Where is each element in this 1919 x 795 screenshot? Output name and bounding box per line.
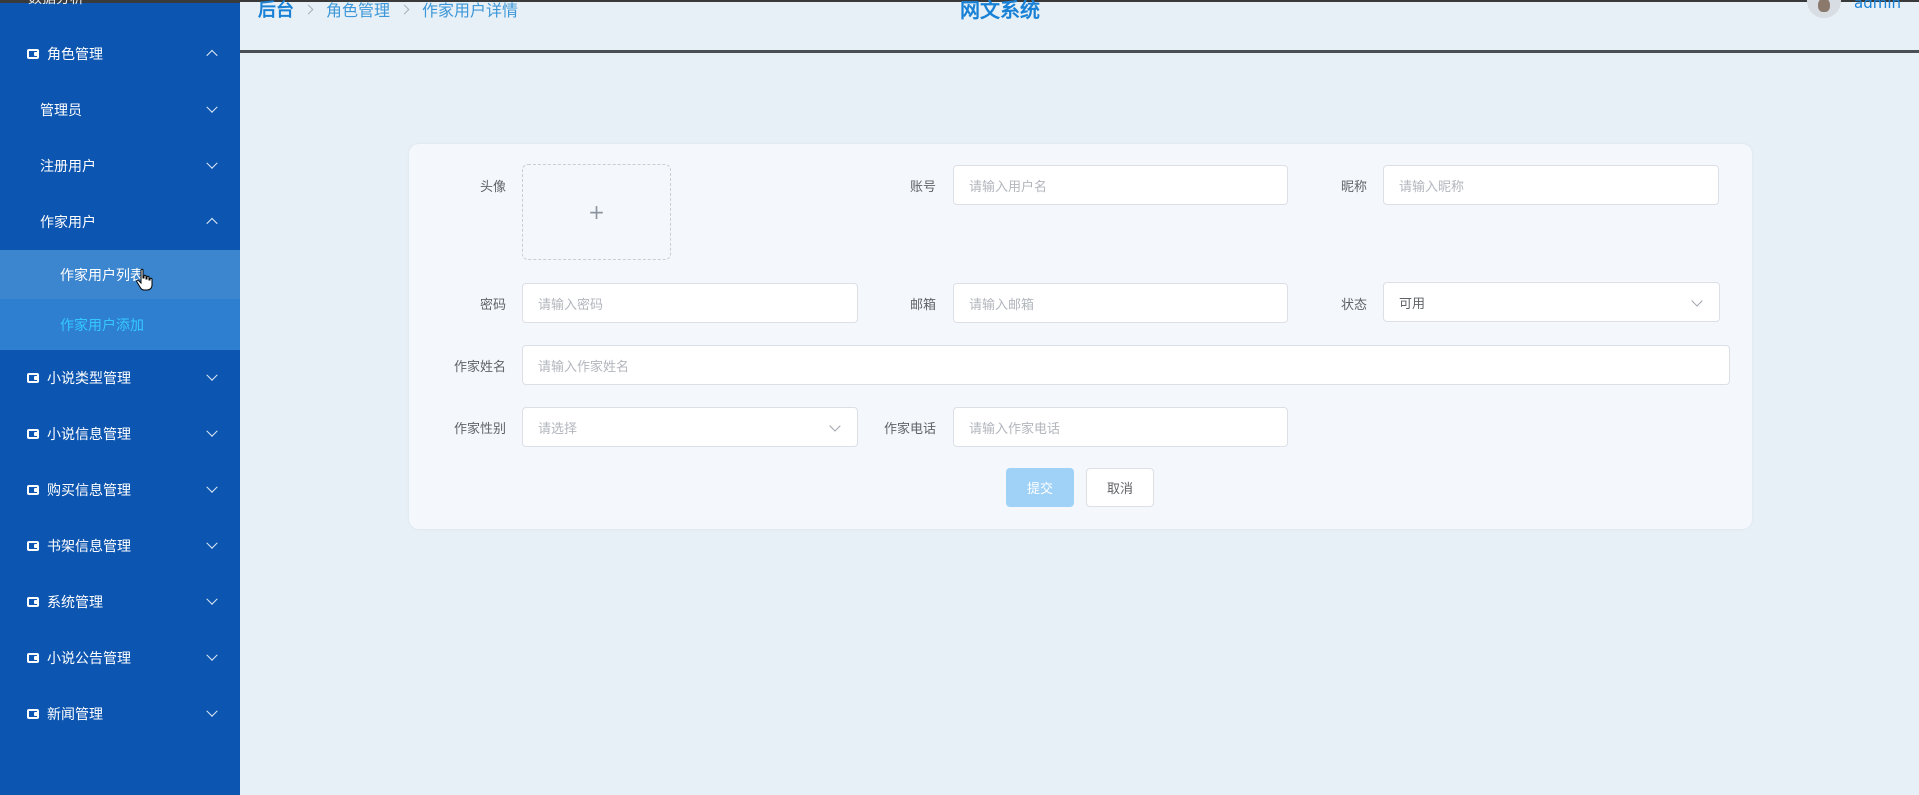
- submit-button[interactable]: 提交: [1006, 468, 1074, 507]
- account-input[interactable]: 请输入用户名: [953, 165, 1288, 205]
- sidebar-item-role-management[interactable]: 角色管理: [0, 26, 240, 82]
- sidebar-item-label: 小说公告管理: [47, 651, 131, 667]
- breadcrumb-item-home[interactable]: 后台: [258, 0, 294, 22]
- chevron-down-icon: [206, 593, 218, 605]
- top-header: 后台 角色管理 作家用户详情 网文系统 admin: [240, 0, 1919, 53]
- writer-gender-label: 作家性别: [453, 422, 506, 437]
- sidebar-item-label: 书架信息管理: [47, 539, 131, 555]
- sidebar-item-news[interactable]: 新闻管理: [0, 686, 240, 742]
- menu-icon: [27, 485, 39, 495]
- sidebar-item-novel-info[interactable]: 小说信息管理: [0, 406, 240, 462]
- sidebar-item-bookshelf-info[interactable]: 书架信息管理: [0, 518, 240, 574]
- status-select-value: 可用: [1399, 296, 1426, 312]
- chevron-down-icon: [206, 157, 218, 169]
- sidebar-item-label: 新闻管理: [47, 707, 103, 723]
- sidebar-item-registered-users[interactable]: 注册用户: [0, 138, 240, 194]
- avatar-uploader[interactable]: +: [522, 164, 671, 260]
- hand-cursor-icon: [136, 268, 153, 291]
- sidebar-item-label: 角色管理: [47, 47, 103, 63]
- sidebar-item-label: 作家用户: [40, 215, 96, 231]
- username[interactable]: admin: [1854, 0, 1901, 12]
- sidebar-item-partial[interactable]: 数据分析: [28, 0, 84, 8]
- sidebar-item-label: 小说信息管理: [47, 427, 131, 443]
- breadcrumb-item-current: 作家用户详情: [422, 1, 519, 20]
- nickname-input[interactable]: 请输入昵称: [1383, 165, 1719, 205]
- writer-gender-select[interactable]: 请选择: [522, 407, 858, 447]
- password-input[interactable]: 请输入密码: [522, 283, 858, 323]
- sidebar-item-novel-types[interactable]: 小说类型管理: [0, 350, 240, 406]
- cancel-button[interactable]: 取消: [1086, 468, 1154, 507]
- breadcrumb-separator-icon: [399, 4, 410, 14]
- writer-phone-input[interactable]: 请输入作家电话: [953, 407, 1288, 447]
- plus-icon: +: [588, 200, 605, 224]
- breadcrumb-separator-icon: [303, 4, 314, 14]
- site-title: 网文系统: [960, 0, 1040, 22]
- sidebar-item-label: 作家用户列表: [60, 267, 144, 284]
- writer-name-label: 作家姓名: [453, 360, 506, 375]
- chevron-up-icon: [206, 217, 218, 230]
- sidebar-item-label: 购买信息管理: [47, 483, 131, 499]
- chevron-down-icon: [206, 649, 218, 661]
- chevron-down-icon: [206, 425, 218, 437]
- chevron-down-icon: [1691, 295, 1703, 307]
- chevron-down-icon: [206, 101, 218, 113]
- sidebar-item-label: 作家用户添加: [60, 317, 144, 334]
- status-label: 状态: [1340, 298, 1367, 313]
- chevron-down-icon: [206, 481, 218, 493]
- sidebar-item-writer-add[interactable]: 作家用户添加: [0, 299, 240, 350]
- sidebar-item-purchase-info[interactable]: 购买信息管理: [0, 462, 240, 518]
- sidebar-item-label: 小说类型管理: [47, 371, 131, 387]
- email-input[interactable]: 请输入邮箱: [953, 283, 1288, 323]
- menu-icon: [27, 49, 39, 59]
- writer-detail-form: 头像 + 账号 请输入用户名 昵称 请输入昵称 密码 请输入密码 邮箱 请输入邮…: [409, 144, 1752, 529]
- menu-icon: [27, 541, 39, 551]
- breadcrumb-item-role[interactable]: 角色管理: [326, 0, 390, 21]
- sidebar-item-label: 系统管理: [47, 595, 103, 611]
- sidebar-item-label: 注册用户: [40, 159, 96, 175]
- sidebar-item-writer-users[interactable]: 作家用户: [0, 194, 240, 250]
- chevron-down-icon: [206, 537, 218, 549]
- menu-icon: [27, 429, 39, 439]
- chevron-down-icon: [206, 369, 218, 381]
- chevron-down-icon: [206, 705, 218, 717]
- chevron-up-icon: [206, 49, 218, 62]
- writer-phone-label: 作家电话: [883, 422, 936, 437]
- password-label: 密码: [479, 298, 506, 313]
- account-label: 账号: [909, 180, 936, 195]
- menu-icon: [27, 653, 39, 663]
- sidebar-item-system[interactable]: 系统管理: [0, 574, 240, 630]
- nickname-label: 昵称: [1340, 180, 1367, 195]
- sidebar-item-novel-notice[interactable]: 小说公告管理: [0, 630, 240, 686]
- sidebar-item-admin[interactable]: 管理员: [0, 82, 240, 138]
- sidebar: 数据分析 角色管理 管理员 注册用户 作家用户 作家用户列表 作家用户添加 小说…: [0, 0, 240, 795]
- writer-name-input[interactable]: 请输入作家姓名: [522, 345, 1730, 385]
- menu-icon: [27, 709, 39, 719]
- avatar-label: 头像: [479, 180, 506, 195]
- sidebar-item-label: 管理员: [40, 103, 82, 119]
- breadcrumb: 后台 角色管理 作家用户详情: [258, 0, 518, 22]
- sidebar-item-writer-list[interactable]: 作家用户列表: [0, 250, 240, 299]
- email-label: 邮箱: [909, 298, 936, 313]
- status-select[interactable]: 可用: [1383, 282, 1720, 322]
- avatar[interactable]: [1807, 0, 1841, 18]
- menu-icon: [27, 597, 39, 607]
- menu-icon: [27, 373, 39, 383]
- writer-gender-placeholder: 请选择: [538, 421, 578, 437]
